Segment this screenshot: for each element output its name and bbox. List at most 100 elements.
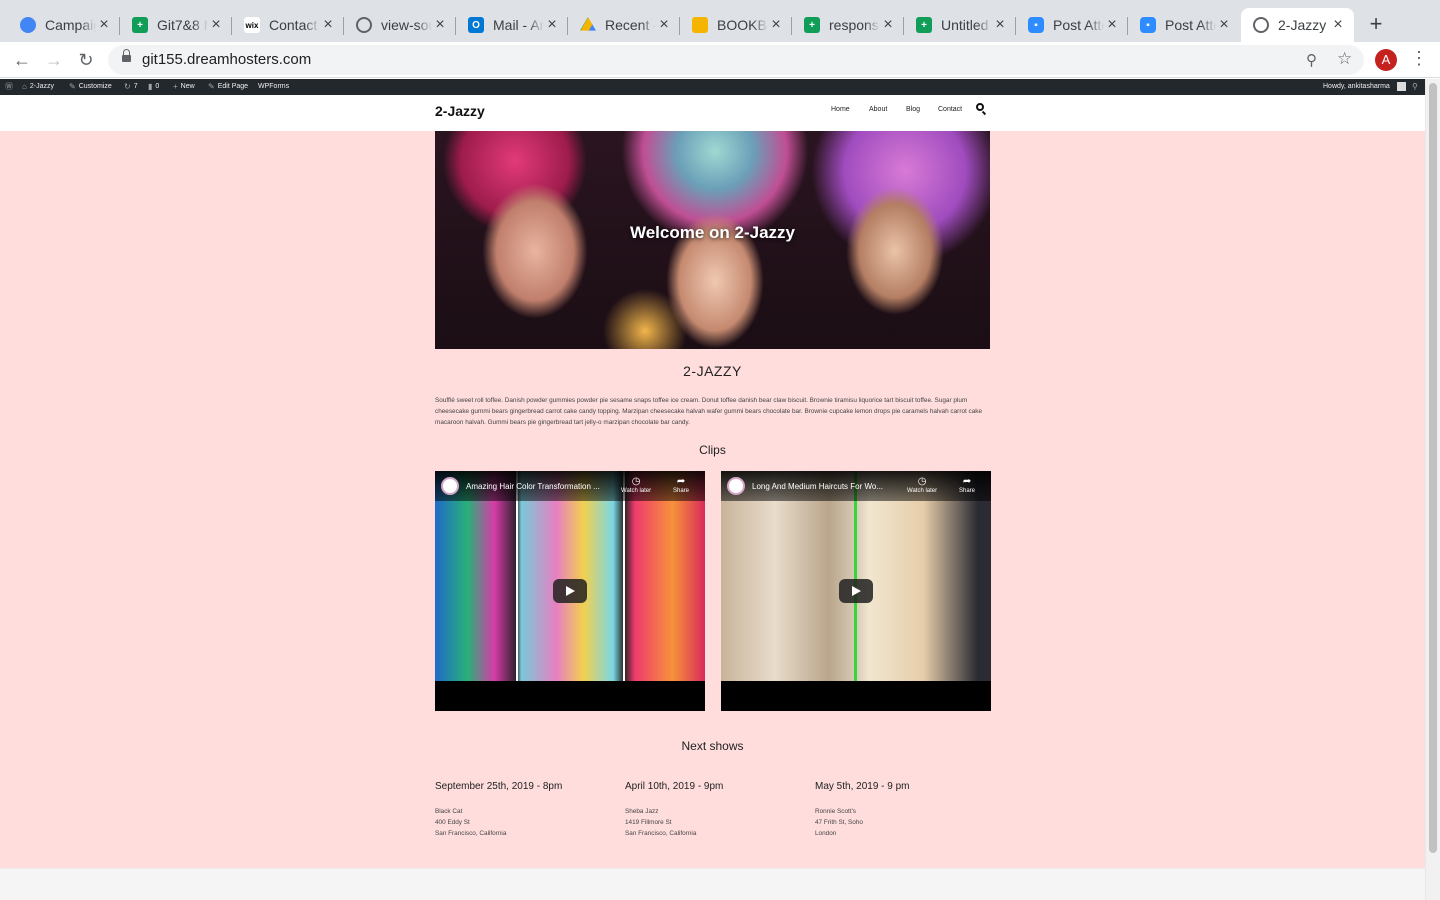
pencil-icon: ✎ xyxy=(208,82,215,91)
share-label: Share xyxy=(673,488,690,494)
browser-tab[interactable]: view-source × xyxy=(344,8,456,42)
show-date: April 10th, 2019 - 9pm xyxy=(625,781,724,792)
channel-avatar[interactable] xyxy=(727,477,745,495)
browser-tab[interactable]: BOOKBOX × xyxy=(680,8,792,42)
nav-home[interactable]: Home xyxy=(831,106,850,113)
browser-menu-icon[interactable]: ⋮ xyxy=(1410,48,1428,69)
admin-bar-edit-page[interactable]: ✎ Edit Page xyxy=(208,79,248,95)
admin-bar-account[interactable]: Howdy, ankitasharma xyxy=(1323,79,1390,95)
browser-tab[interactable]: Campaign × xyxy=(8,8,120,42)
sheets-icon: + xyxy=(804,17,820,33)
show-city: London xyxy=(815,830,837,837)
watch-later-label: Watch later xyxy=(621,488,652,494)
browser-tab[interactable]: ▪ Post Attendee × xyxy=(1128,8,1240,42)
close-tab-icon[interactable]: × xyxy=(320,16,336,34)
browser-tab[interactable]: + Untitled × xyxy=(904,8,1016,42)
share-button[interactable]: ➦ Share xyxy=(959,476,975,494)
close-tab-icon[interactable]: × xyxy=(768,16,784,34)
video-embed[interactable]: Long And Medium Haircuts For Wo... ◷ Watc… xyxy=(721,471,991,711)
admin-bar-site[interactable]: ⌂ 2-Jazzy xyxy=(22,79,54,95)
video-title[interactable]: Long And Medium Haircuts For Wo... xyxy=(752,482,904,491)
show-venue: Sheba Jazz xyxy=(625,808,659,815)
reload-button[interactable]: ↻ xyxy=(74,48,98,72)
search-icon[interactable] xyxy=(976,103,987,116)
admin-bar-updates[interactable]: ↻ 7 xyxy=(124,79,138,95)
admin-avatar[interactable] xyxy=(1397,82,1406,91)
page-footer xyxy=(0,868,1425,900)
video-title-bar: Amazing Hair Color Transformation ... ◷ W… xyxy=(435,471,705,501)
admin-bar-howdy: Howdy, ankitasharma xyxy=(1323,83,1390,90)
browser-toolbar: ← → ↻ git155.dreamhosters.com ⚲ ☆ xyxy=(0,42,1440,78)
admin-bar-wpforms[interactable]: WPForms xyxy=(258,79,289,95)
admin-bar-customize[interactable]: ✎ Customize xyxy=(69,79,112,95)
site-header: 2-Jazzy Home About Blog Contact xyxy=(0,95,1425,131)
drive-icon xyxy=(580,17,596,31)
share-icon: ➦ xyxy=(676,476,686,487)
close-tab-icon[interactable]: × xyxy=(432,16,448,34)
browser-tab[interactable]: + Git7&8 Marketing × xyxy=(120,8,232,42)
watch-later-button[interactable]: ◷ Watch later xyxy=(907,476,937,494)
lock-icon[interactable] xyxy=(122,49,131,64)
page-content: Welcome on 2-Jazzy 2-JAZZY Soufflé sweet… xyxy=(0,131,1425,868)
new-tab-button[interactable]: + xyxy=(1364,12,1388,36)
browser-tab[interactable]: Recent - Drive × xyxy=(568,8,680,42)
close-tab-icon[interactable]: × xyxy=(1216,16,1232,34)
sheets-icon: + xyxy=(916,17,932,33)
chrome-icon xyxy=(20,17,36,33)
tab-title: responses xyxy=(829,17,880,33)
browser-tab-active[interactable]: 2-Jazzy × xyxy=(1241,8,1354,42)
tab-title: Campaign xyxy=(45,17,96,33)
wordpress-logo-icon[interactable]: Ⓦ xyxy=(5,79,13,95)
browser-tab[interactable]: wix Contact × xyxy=(232,8,344,42)
zoom-icon: ▪ xyxy=(1140,17,1156,33)
forward-button[interactable]: → xyxy=(42,48,66,72)
close-tab-icon[interactable]: × xyxy=(96,16,112,34)
channel-avatar[interactable] xyxy=(441,477,459,495)
scrollbar-thumb[interactable] xyxy=(1429,83,1437,853)
close-tab-icon[interactable]: × xyxy=(544,16,560,34)
back-button[interactable]: ← xyxy=(10,48,34,72)
profile-avatar[interactable]: A xyxy=(1375,49,1397,71)
admin-bar-comments-count: 0 xyxy=(155,83,160,90)
show-item: May 5th, 2019 - 9 pm Ronnie Scott's 47 F… xyxy=(815,781,995,839)
video-title[interactable]: Amazing Hair Color Transformation ... xyxy=(466,482,618,491)
close-tab-icon[interactable]: × xyxy=(1330,16,1346,34)
close-tab-icon[interactable]: × xyxy=(1104,16,1120,34)
admin-bar-comments[interactable]: ▮ 0 xyxy=(148,79,159,95)
nav-contact[interactable]: Contact xyxy=(938,106,962,113)
tab-title: Recent - Drive xyxy=(605,17,656,33)
zoom-icon: ▪ xyxy=(1028,17,1044,33)
show-venue: Ronnie Scott's xyxy=(815,808,857,815)
site-title[interactable]: 2-Jazzy xyxy=(435,103,485,119)
bookmark-star-icon[interactable]: ☆ xyxy=(1337,49,1352,69)
show-address: 1419 Fillmore St xyxy=(625,819,672,826)
play-button[interactable] xyxy=(839,579,873,603)
nav-about[interactable]: About xyxy=(869,106,887,113)
tab-title: Untitled xyxy=(941,17,989,33)
wp-admin-bar: Ⓦ ⌂ 2-Jazzy ✎ Customize ↻ 7 ▮ 0 + New ✎ Edit P… xyxy=(0,79,1425,95)
nav-blog[interactable]: Blog xyxy=(906,106,920,113)
play-button[interactable] xyxy=(553,579,587,603)
browser-tab[interactable]: O Mail - Ankita × xyxy=(456,8,568,42)
close-tab-icon[interactable]: × xyxy=(880,16,896,34)
video-embed[interactable]: Amazing Hair Color Transformation ... ◷ W… xyxy=(435,471,705,711)
video-thumbnail[interactable] xyxy=(435,471,705,681)
show-address: 400 Eddy St xyxy=(435,819,470,826)
zoom-icon[interactable]: ⚲ xyxy=(1306,51,1317,69)
video-thumbnail[interactable] xyxy=(721,471,991,681)
url-text[interactable]: git155.dreamhosters.com xyxy=(142,51,311,68)
close-tab-icon[interactable]: × xyxy=(208,16,224,34)
close-tab-icon[interactable]: × xyxy=(992,16,1008,34)
admin-bar-new[interactable]: + New xyxy=(173,79,195,95)
browser-tab[interactable]: ▪ Post Attendee × xyxy=(1016,8,1128,42)
share-button[interactable]: ➦ Share xyxy=(673,476,689,494)
address-bar[interactable]: git155.dreamhosters.com ⚲ ☆ xyxy=(108,45,1364,75)
video-title-bar: Long And Medium Haircuts For Wo... ◷ Watc… xyxy=(721,471,991,501)
page-scrollbar[interactable] xyxy=(1425,79,1440,900)
watch-later-button[interactable]: ◷ Watch later xyxy=(621,476,651,494)
admin-bar-wpforms-label: WPForms xyxy=(258,83,290,90)
browser-tab[interactable]: + responses × xyxy=(792,8,904,42)
admin-search-icon[interactable]: ⚲ xyxy=(1412,79,1418,95)
close-tab-icon[interactable]: × xyxy=(656,16,672,34)
show-city: San Francisco, California xyxy=(625,830,697,837)
